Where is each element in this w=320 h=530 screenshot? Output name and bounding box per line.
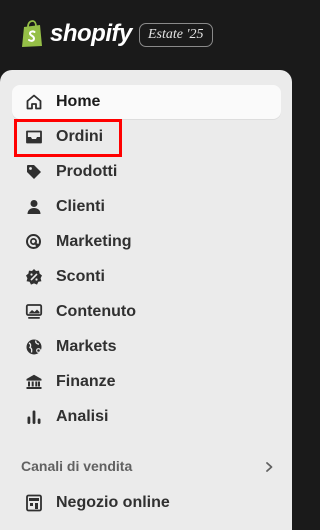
nav-item-label: Sconti: [56, 268, 105, 285]
top-bar: shopify Estate '25: [0, 0, 292, 70]
inbox-icon: [25, 128, 43, 146]
nav-item-label: Ordini: [56, 128, 104, 145]
nav-item-label: Analisi: [56, 408, 109, 425]
section-title: Canali di vendita: [21, 458, 133, 474]
content-icon: [25, 303, 43, 321]
nav-item-ordini[interactable]: Ordini: [12, 120, 281, 154]
person-icon: [25, 198, 43, 216]
chevron-right-icon[interactable]: [263, 460, 275, 474]
nav-item-clienti[interactable]: Clienti: [12, 190, 281, 224]
nav-item-label: Contenuto: [56, 303, 136, 320]
nav-item-label: Finanze: [56, 373, 116, 390]
nav-item-marketing[interactable]: Marketing: [12, 225, 281, 259]
nav-item-home[interactable]: Home: [12, 85, 281, 119]
home-icon: [25, 93, 43, 111]
sidebar: Home Ordini Prodotti Clienti Marketing S…: [0, 70, 292, 530]
nav-item-label: Clienti: [56, 198, 105, 215]
sales-channels-header[interactable]: Canali di vendita: [12, 455, 281, 479]
shopify-logo[interactable]: shopify: [20, 20, 132, 48]
globe-icon: [25, 338, 43, 356]
discount-icon: [25, 268, 43, 286]
bar-chart-icon: [25, 408, 43, 426]
shopify-bag-icon: [22, 20, 42, 47]
nav-item-finanze[interactable]: Finanze: [12, 365, 281, 399]
nav-item-negozio-online[interactable]: Negozio online: [12, 486, 281, 520]
nav-item-label: Markets: [56, 338, 117, 355]
nav-item-analisi[interactable]: Analisi: [12, 400, 281, 434]
nav-item-label: Home: [56, 93, 101, 110]
edition-badge[interactable]: Estate '25: [139, 23, 213, 47]
nav-item-prodotti[interactable]: Prodotti: [12, 155, 281, 189]
bank-icon: [25, 373, 43, 391]
tag-icon: [25, 163, 43, 181]
target-icon: [25, 233, 43, 251]
nav-item-contenuto[interactable]: Contenuto: [12, 295, 281, 329]
nav-item-markets[interactable]: Markets: [12, 330, 281, 364]
brand-wordmark: shopify: [50, 20, 132, 47]
nav-item-label: Marketing: [56, 233, 132, 250]
nav-item-label: Negozio online: [56, 494, 170, 511]
nav-item-sconti[interactable]: Sconti: [12, 260, 281, 294]
nav-item-label: Prodotti: [56, 163, 118, 180]
store-icon: [25, 494, 43, 512]
